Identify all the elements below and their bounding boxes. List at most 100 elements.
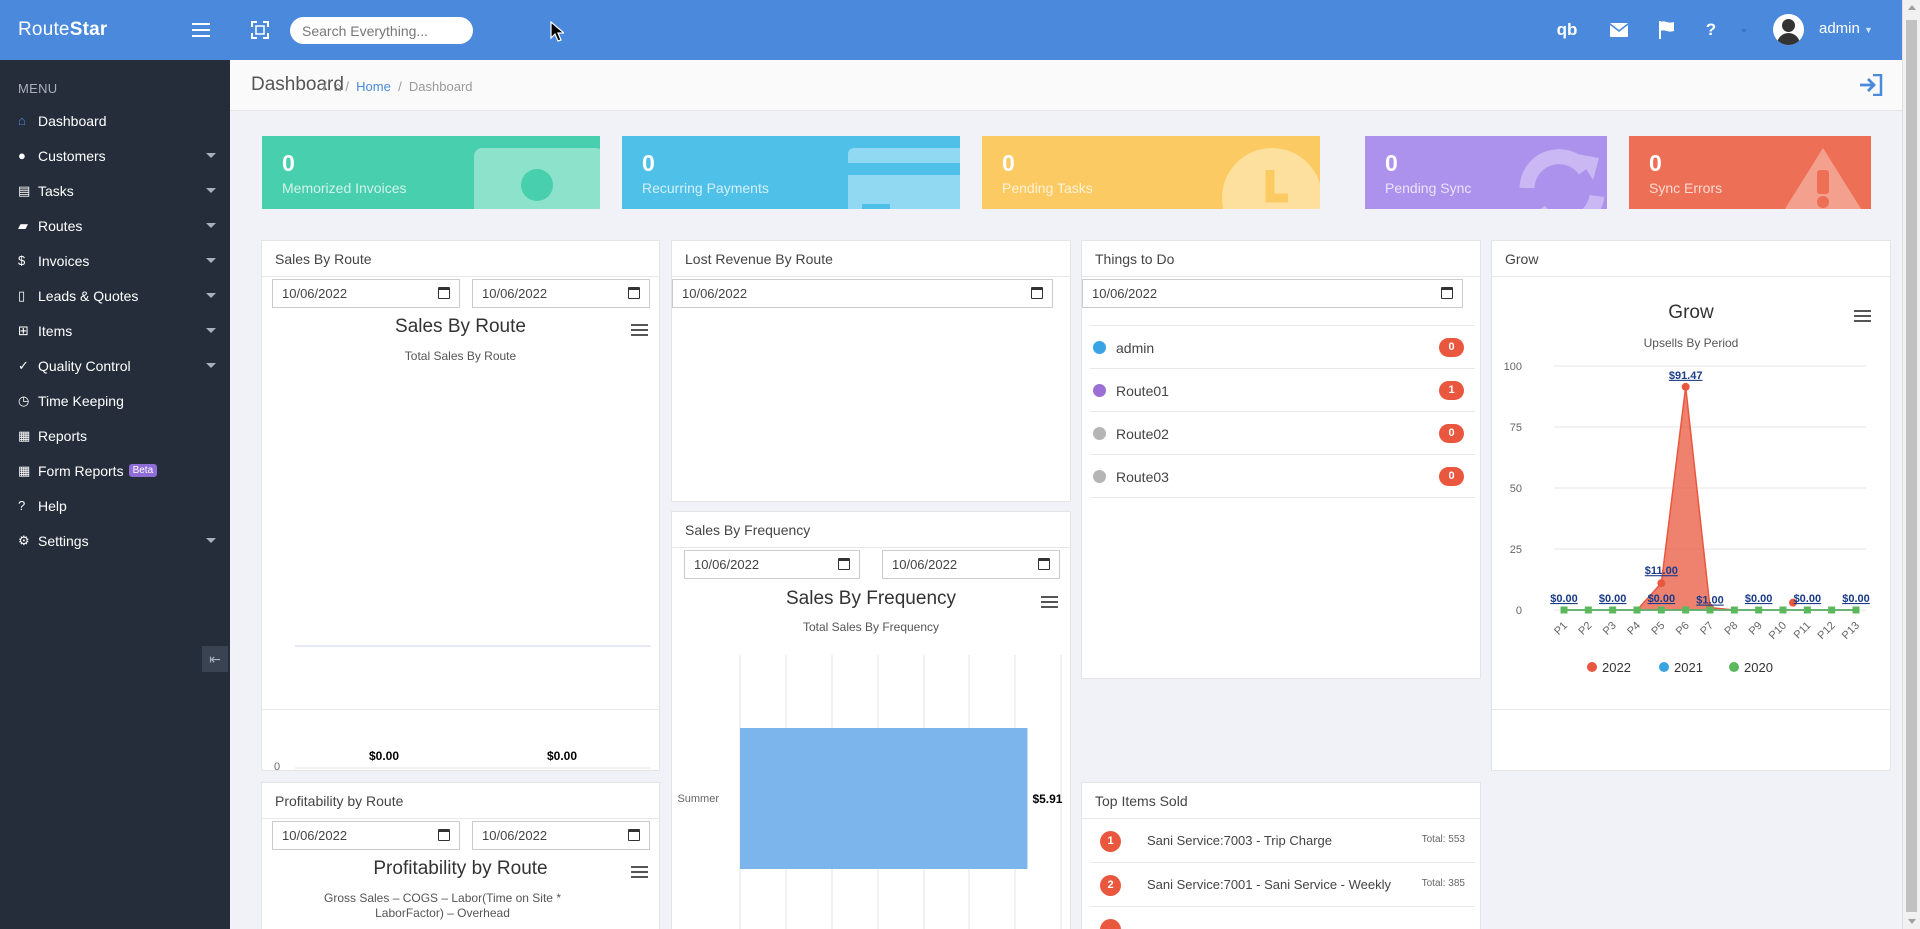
sidebar-item-tasks[interactable]: ▤ Tasks — [0, 173, 230, 208]
scroll-down-icon[interactable] — [1908, 919, 1916, 924]
sidebar-item-reports[interactable]: ▦ Reports — [0, 418, 230, 453]
stat-card-pending-tasks[interactable]: 0 Pending Tasks — [982, 136, 1320, 209]
chart-menu-icon[interactable] — [1854, 310, 1871, 324]
mail-icon[interactable] — [1606, 18, 1632, 42]
calendar-icon[interactable] — [1441, 287, 1453, 299]
sidebar-item-help[interactable]: ? Help — [0, 488, 230, 523]
date-to-input[interactable]: 10/06/2022 — [472, 821, 650, 850]
fullscreen-icon[interactable] — [247, 18, 273, 42]
x-tick-label: P9 — [1747, 620, 1765, 638]
chart-menu-icon[interactable] — [631, 324, 648, 338]
scroll-up-icon[interactable] — [1908, 5, 1916, 10]
sidebar-item-label: Customers — [38, 147, 106, 164]
stat-value: 0 — [1649, 150, 1662, 176]
sidebar-item-settings[interactable]: ⚙ Settings — [0, 523, 230, 558]
todo-name: Route02 — [1116, 426, 1169, 442]
user-menu[interactable]: admin ▼ — [1819, 20, 1873, 37]
calendar-icon[interactable] — [438, 829, 450, 841]
sidebar-item-label: Reports — [38, 427, 88, 444]
quickbooks-icon[interactable]: qb — [1554, 18, 1580, 42]
clipboard-icon: ▤ — [18, 182, 31, 198]
brand-logo[interactable]: RouteStar — [18, 19, 107, 41]
calendar-icon[interactable] — [1038, 558, 1050, 570]
data-label: $0.00 — [1745, 593, 1773, 605]
menu-toggle-icon[interactable] — [188, 18, 214, 42]
sidebar-item-invoices[interactable]: $ Invoices — [0, 243, 230, 278]
todo-row[interactable]: Route01 1 — [1090, 369, 1475, 412]
date-input[interactable]: 10/06/2022 — [1082, 279, 1463, 308]
stat-value: 0 — [642, 150, 655, 176]
sidebar-item-dashboard[interactable]: ⌂ Dashboard — [0, 103, 230, 138]
sidebar-item-routes[interactable]: ▰ Routes — [0, 208, 230, 243]
sidebar-item-label: Quality Control — [38, 357, 131, 374]
panel-title: Lost Revenue By Route — [672, 241, 1070, 277]
list-item[interactable]: 1 Sani Service:7003 - Trip Charge Total: 5… — [1090, 819, 1475, 863]
stat-card-memorized-invoices[interactable]: 0 Memorized Invoices — [262, 136, 600, 209]
sidebar-item-items[interactable]: ⊞ Items — [0, 313, 230, 348]
todo-name: Route01 — [1116, 383, 1169, 399]
todo-row[interactable]: admin 0 — [1090, 326, 1475, 369]
calendar-icon[interactable] — [628, 829, 640, 841]
search-input[interactable] — [290, 17, 473, 44]
date-to-input[interactable]: 10/06/2022 — [882, 550, 1060, 579]
caret-down-icon — [206, 293, 216, 298]
page-scrollbar[interactable] — [1902, 0, 1920, 929]
calendar-icon[interactable] — [838, 558, 850, 570]
calendar-icon[interactable] — [628, 287, 640, 299]
x-tick-label: P3 — [1601, 620, 1619, 638]
legend-label: 2022 — [1602, 660, 1631, 675]
warning-icon — [1784, 148, 1862, 209]
sidebar-item-form-reports[interactable]: ▦ Form Reports Beta — [0, 453, 230, 488]
date-input[interactable]: 10/06/2022 — [672, 279, 1053, 308]
stat-label: Pending Sync — [1385, 180, 1472, 196]
breadcrumb: / ⌂ / Home / Dashboard — [323, 79, 473, 94]
todo-row[interactable]: Route03 0 — [1090, 455, 1475, 498]
status-dot-icon: ● — [1741, 25, 1747, 35]
stat-card-sync-errors[interactable]: 0 Sync Errors — [1629, 136, 1871, 209]
date-to-input[interactable]: 10/06/2022 — [472, 279, 650, 308]
collapse-sidebar-icon[interactable]: ⇤ — [202, 646, 228, 672]
sidebar-item-quality-control[interactable]: ✓ Quality Control — [0, 348, 230, 383]
flag-icon[interactable] — [1654, 18, 1680, 42]
sidebar-item-customers[interactable]: ● Customers — [0, 138, 230, 173]
calendar-icon[interactable] — [1031, 287, 1043, 299]
home-icon[interactable]: ⌂ — [334, 79, 342, 94]
point-2020 — [1657, 606, 1665, 614]
item-total: Total: 385 — [1421, 878, 1465, 889]
date-from-input[interactable]: 10/06/2022 — [272, 279, 460, 308]
stat-card-recurring-payments[interactable]: 0 Recurring Payments — [622, 136, 960, 209]
list-item[interactable]: 2 Sani Service:7001 - Sani Service - Week… — [1090, 863, 1475, 907]
chart-menu-icon[interactable] — [1041, 596, 1058, 610]
help-icon[interactable]: ? — [1698, 18, 1724, 42]
sidebar-item-time-keeping[interactable]: ◷ Time Keeping — [0, 383, 230, 418]
data-label: $1.00 — [1696, 595, 1724, 607]
avatar[interactable] — [1773, 14, 1804, 45]
calendar-icon[interactable] — [438, 287, 450, 299]
count-badge: 0 — [1439, 338, 1464, 357]
home-icon: ⌂ — [18, 113, 26, 128]
todo-name: admin — [1116, 340, 1155, 356]
chart-menu-icon[interactable] — [631, 866, 648, 880]
breadcrumb-home-link[interactable]: Home — [356, 79, 391, 94]
date-from-input[interactable]: 10/06/2022 — [272, 821, 460, 850]
item-name: Sani Service:7003 - Trip Charge — [1147, 833, 1332, 848]
panel-title: Profitability by Route — [262, 783, 659, 819]
stat-card-pending-sync[interactable]: 0 Pending Sync — [1365, 136, 1607, 209]
lost-revenue-panel: Lost Revenue By Route 10/06/2022 — [671, 240, 1071, 502]
sidebar-item-leads-quotes[interactable]: ▯ Leads & Quotes — [0, 278, 230, 313]
panel-title: Sales By Frequency — [672, 512, 1070, 548]
sign-in-icon[interactable] — [1857, 71, 1885, 99]
menu-header: MENU — [18, 81, 58, 96]
scrollbar-thumb[interactable] — [1906, 20, 1917, 912]
stat-label: Memorized Invoices — [282, 180, 407, 196]
y-tick-label: 25 — [1510, 544, 1522, 556]
list-item[interactable] — [1090, 907, 1475, 929]
panel-title: Top Items Sold — [1082, 783, 1480, 819]
chart-title: Sales By Route — [395, 316, 526, 337]
x-tick-label: P13 — [1840, 620, 1862, 642]
item-name: Sani Service:7001 - Sani Service - Weekl… — [1147, 877, 1391, 892]
date-from-input[interactable]: 10/06/2022 — [684, 550, 860, 579]
todo-row[interactable]: Route02 0 — [1090, 412, 1475, 455]
stat-label: Pending Tasks — [1002, 180, 1093, 196]
point-2020 — [1852, 606, 1860, 614]
